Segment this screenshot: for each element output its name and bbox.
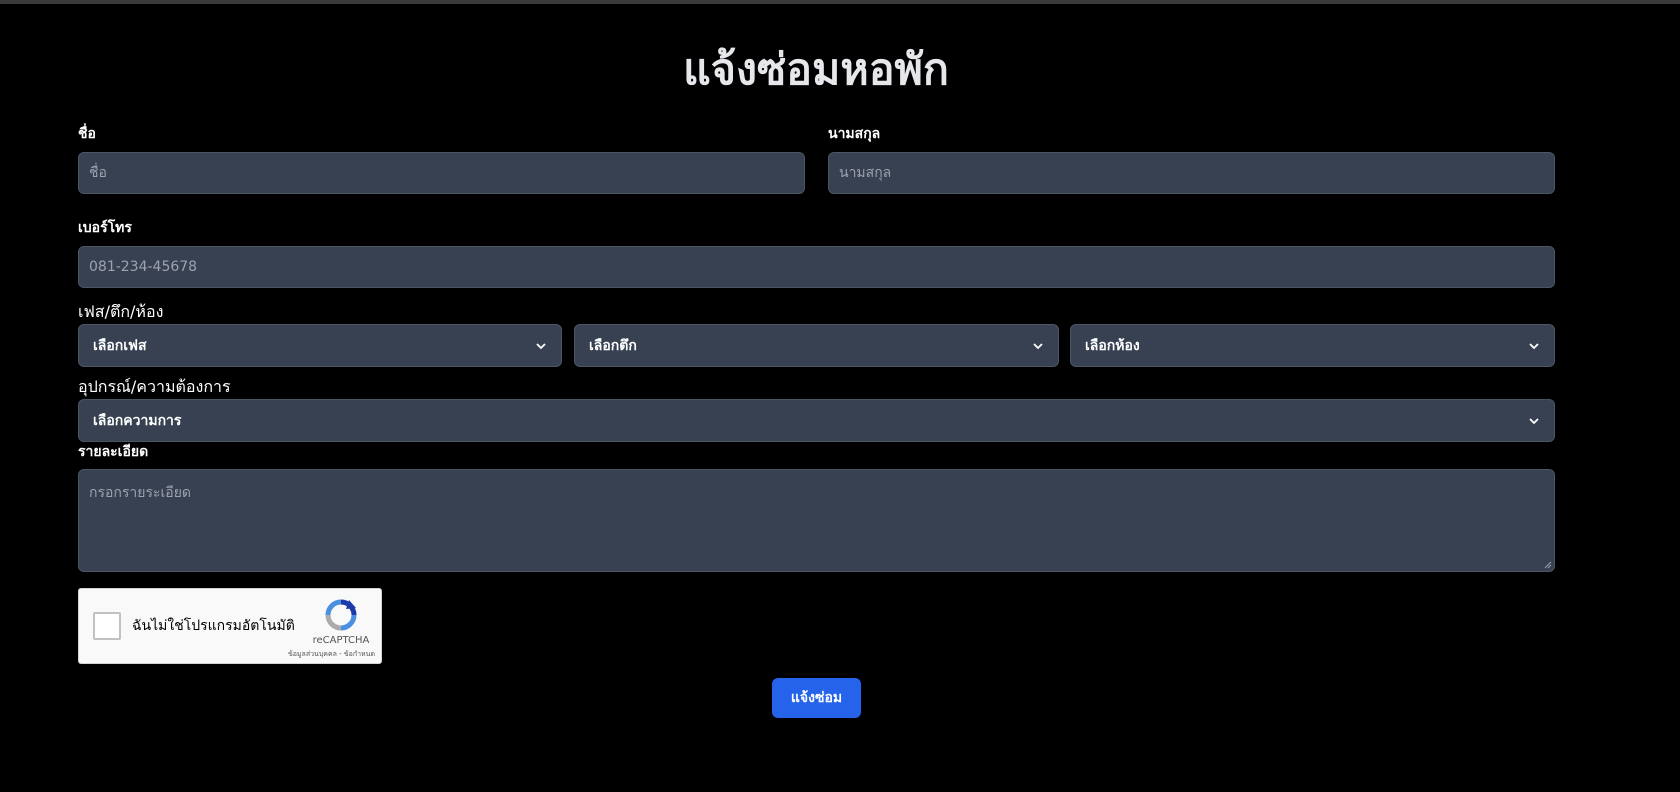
phone-placeholder: 081-234-45678 xyxy=(89,259,198,275)
first-name-label: ชื่อ xyxy=(78,126,96,142)
recaptcha-widget: ฉันไม่ใช่โปรแกรมอัตโนมัติ reCAPTCHA ข้อม… xyxy=(78,588,382,664)
resize-handle-icon[interactable] xyxy=(1544,561,1552,569)
phone-label: เบอร์โทร xyxy=(78,220,132,236)
chevron-down-icon xyxy=(1033,342,1043,349)
phase-select-value: เลือกเฟส xyxy=(93,337,147,354)
details-textarea[interactable]: กรอกรายระเอียด xyxy=(78,469,1555,572)
recaptcha-links[interactable]: ข้อมูลส่วนบุคคล - ข้อกำหนด xyxy=(275,649,375,660)
equipment-select-value: เลือกความการ xyxy=(93,412,182,429)
recaptcha-checkbox[interactable] xyxy=(93,612,121,640)
room-select[interactable]: เลือกห้อง xyxy=(1070,324,1555,367)
first-name-placeholder: ชื่อ xyxy=(89,165,107,181)
location-label: เฟส/ตึก/ห้อง xyxy=(78,302,164,321)
details-label: รายละเอียด xyxy=(78,444,149,460)
chevron-down-icon xyxy=(536,342,546,349)
building-select[interactable]: เลือกตึก xyxy=(574,324,1059,367)
submit-button[interactable]: แจ้งซ่อม xyxy=(772,678,861,718)
last-name-placeholder: นามสกุล xyxy=(839,165,892,181)
page-title: แจ้งซ่อมหอพัก xyxy=(683,45,949,95)
recaptcha-label: ฉันไม่ใช่โปรแกรมอัตโนมัติ xyxy=(132,618,295,634)
recaptcha-logo-icon xyxy=(325,599,357,631)
recaptcha-brand: reCAPTCHA xyxy=(312,635,370,646)
equipment-label: อุปกรณ์/ความต้องการ xyxy=(78,377,231,396)
phone-input[interactable]: 081-234-45678 xyxy=(78,246,1555,288)
chevron-down-icon xyxy=(1529,342,1539,349)
phase-select[interactable]: เลือกเฟส xyxy=(78,324,562,367)
equipment-select[interactable]: เลือกความการ xyxy=(78,399,1555,442)
room-select-value: เลือกห้อง xyxy=(1085,337,1140,354)
chevron-down-icon xyxy=(1529,417,1539,424)
first-name-input[interactable]: ชื่อ xyxy=(78,152,805,194)
browser-top-border xyxy=(0,0,1680,4)
last-name-input[interactable]: นามสกุล xyxy=(828,152,1555,194)
details-placeholder: กรอกรายระเอียด xyxy=(89,485,191,501)
building-select-value: เลือกตึก xyxy=(589,337,637,354)
last-name-label: นามสกุล xyxy=(828,126,881,142)
